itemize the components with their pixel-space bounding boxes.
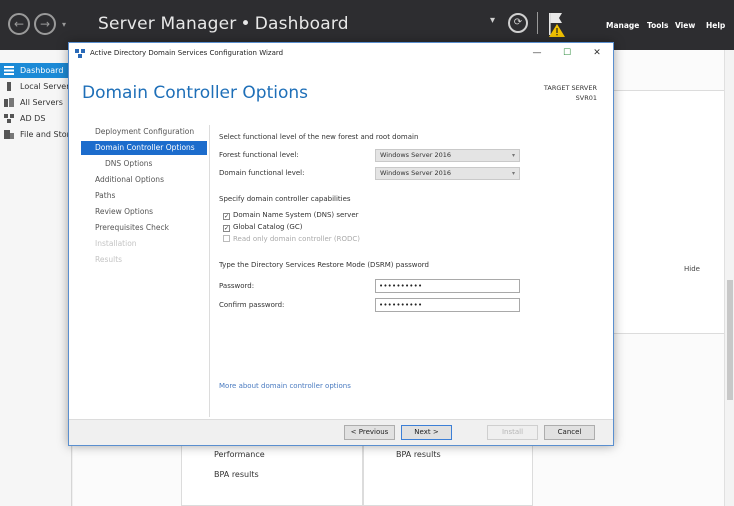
nav-step-dns-options[interactable]: DNS Options [81,157,207,171]
toolbar-divider [537,12,538,34]
app-title: Server Manager [98,14,237,34]
target-server: TARGET SERVER SVR01 [544,83,597,103]
breadcrumb-page: Dashboard [254,14,349,34]
forest-level-label: Forest functional level: [219,151,299,159]
next-button[interactable]: Next > [401,425,452,440]
capabilities-intro: Specify domain controller capabilities [219,195,351,203]
cancel-button[interactable]: Cancel [544,425,595,440]
page-title: Domain Controller Options [82,83,308,103]
welcome-tile [613,90,734,334]
minimize-icon[interactable]: — [527,46,547,60]
sidebar-item-label: All Servers [20,98,63,107]
breadcrumb-separator: • [240,14,251,34]
dsrm-intro: Type the Directory Services Restore Mode… [219,261,429,269]
menu-tools[interactable]: Tools [647,21,668,30]
confirm-password-label: Confirm password: [219,301,285,309]
sidebar-item-label: Dashboard [20,66,64,75]
main-scrollbar[interactable] [724,50,734,506]
sidebar-item-local-server[interactable]: Local Server [0,79,72,94]
confirm-password-field[interactable]: •••••••••• [375,298,520,312]
forward-arrow-icon[interactable]: → [34,13,56,35]
dashboard-icon [4,66,14,75]
rodc-checkbox: Read only domain controller (RODC) [223,234,360,244]
target-server-label: TARGET SERVER [543,84,597,92]
install-button: Install [487,425,538,440]
nav-step-deployment-configuration[interactable]: Deployment Configuration [81,125,207,139]
previous-button[interactable]: < Previous [344,425,395,440]
sidebar-item-label: File and Storage Services [20,130,72,139]
scrollbar-thumb[interactable] [727,280,733,400]
global-catalog-checkbox: ✓ Global Catalog (GC) [223,222,302,232]
close-icon[interactable]: ✕ [587,46,607,60]
more-about-dc-options-link[interactable]: More about domain controller options [219,382,351,390]
functional-level-intro: Select functional level of the new fores… [219,133,419,141]
password-field[interactable]: •••••••••• [375,279,520,293]
chevron-down-icon: ▾ [511,170,515,177]
forest-level-value: Windows Server 2016 [380,151,452,159]
sidebar-item-label: AD DS [20,114,46,123]
checkbox-unchecked-icon [223,235,230,242]
tile-link-bpa-results[interactable]: BPA results [214,470,259,479]
menu-manage[interactable]: Manage [606,21,639,30]
server-manager-breadcrumb: Server Manager • Dashboard [98,14,349,34]
sidebar-item-all-servers[interactable]: All Servers [0,95,72,110]
wizard-steps-nav: Deployment Configuration Domain Controll… [81,125,207,269]
nav-step-installation: Installation [95,239,137,248]
servers-icon [4,98,14,107]
nav-step-paths[interactable]: Paths [81,189,207,203]
domain-level-label: Domain functional level: [219,169,305,177]
ad-ds-icon [4,114,14,123]
checkbox-label: Read only domain controller (RODC) [233,235,361,243]
sidebar-item-dashboard[interactable]: Dashboard [0,63,72,78]
maximize-icon[interactable]: ☐ [557,46,577,60]
nav-step-results: Results [95,255,123,264]
checkbox-checked-icon: ✓ [223,225,230,232]
checkbox-label: Domain Name System (DNS) server [233,211,359,219]
target-server-name: SVR01 [575,94,597,102]
hide-welcome-link[interactable]: Hide [684,265,700,273]
wizard-titlebar[interactable]: Active Directory Domain Services Configu… [69,43,613,65]
nav-history-dropdown-icon[interactable]: ▾ [62,20,66,29]
sidebar-item-file-storage[interactable]: File and Storage Services [0,127,72,142]
menu-view[interactable]: View [675,21,695,30]
sidebar-item-label: Local Server [20,82,70,91]
wizard-window-title: Active Directory Domain Services Configu… [90,49,284,57]
tile-link-performance[interactable]: Performance [214,450,265,459]
chevron-down-icon: ▾ [511,152,515,159]
server-icon [7,82,11,91]
ad-ds-configuration-wizard: Active Directory Domain Services Configu… [68,42,614,446]
checkbox-checked-icon[interactable]: ✓ [223,213,230,220]
nav-step-domain-controller-options[interactable]: Domain Controller Options [81,141,207,155]
forest-functional-level-select[interactable]: Windows Server 2016 ▾ [375,149,520,162]
domain-functional-level-select[interactable]: Windows Server 2016 ▾ [375,167,520,180]
nav-step-review-options[interactable]: Review Options [81,205,207,219]
refresh-dropdown-icon[interactable]: ▾ [490,15,495,26]
nav-divider [209,125,210,417]
file-storage-icon [4,130,14,139]
server-manager-sidebar: Dashboard Local Server All Servers AD DS… [0,50,72,506]
back-arrow-icon[interactable]: ← [8,13,30,35]
dns-server-checkbox[interactable]: ✓ Domain Name System (DNS) server [223,210,359,220]
wizard-footer: < Previous Next > Install Cancel [69,419,613,445]
nav-step-additional-options[interactable]: Additional Options [81,173,207,187]
notifications-flag-icon[interactable] [547,10,567,38]
tile-link-bpa-results-right[interactable]: BPA results [396,450,441,459]
sidebar-item-ad-ds[interactable]: AD DS [0,111,72,126]
password-label: Password: [219,282,255,290]
ad-ds-app-icon [75,49,85,58]
checkbox-label: Global Catalog (GC) [233,223,303,231]
menu-help[interactable]: Help [706,21,725,30]
refresh-icon[interactable]: ⟳ [508,13,528,33]
nav-step-prerequisites-check[interactable]: Prerequisites Check [81,221,207,235]
domain-level-value: Windows Server 2016 [380,169,452,177]
